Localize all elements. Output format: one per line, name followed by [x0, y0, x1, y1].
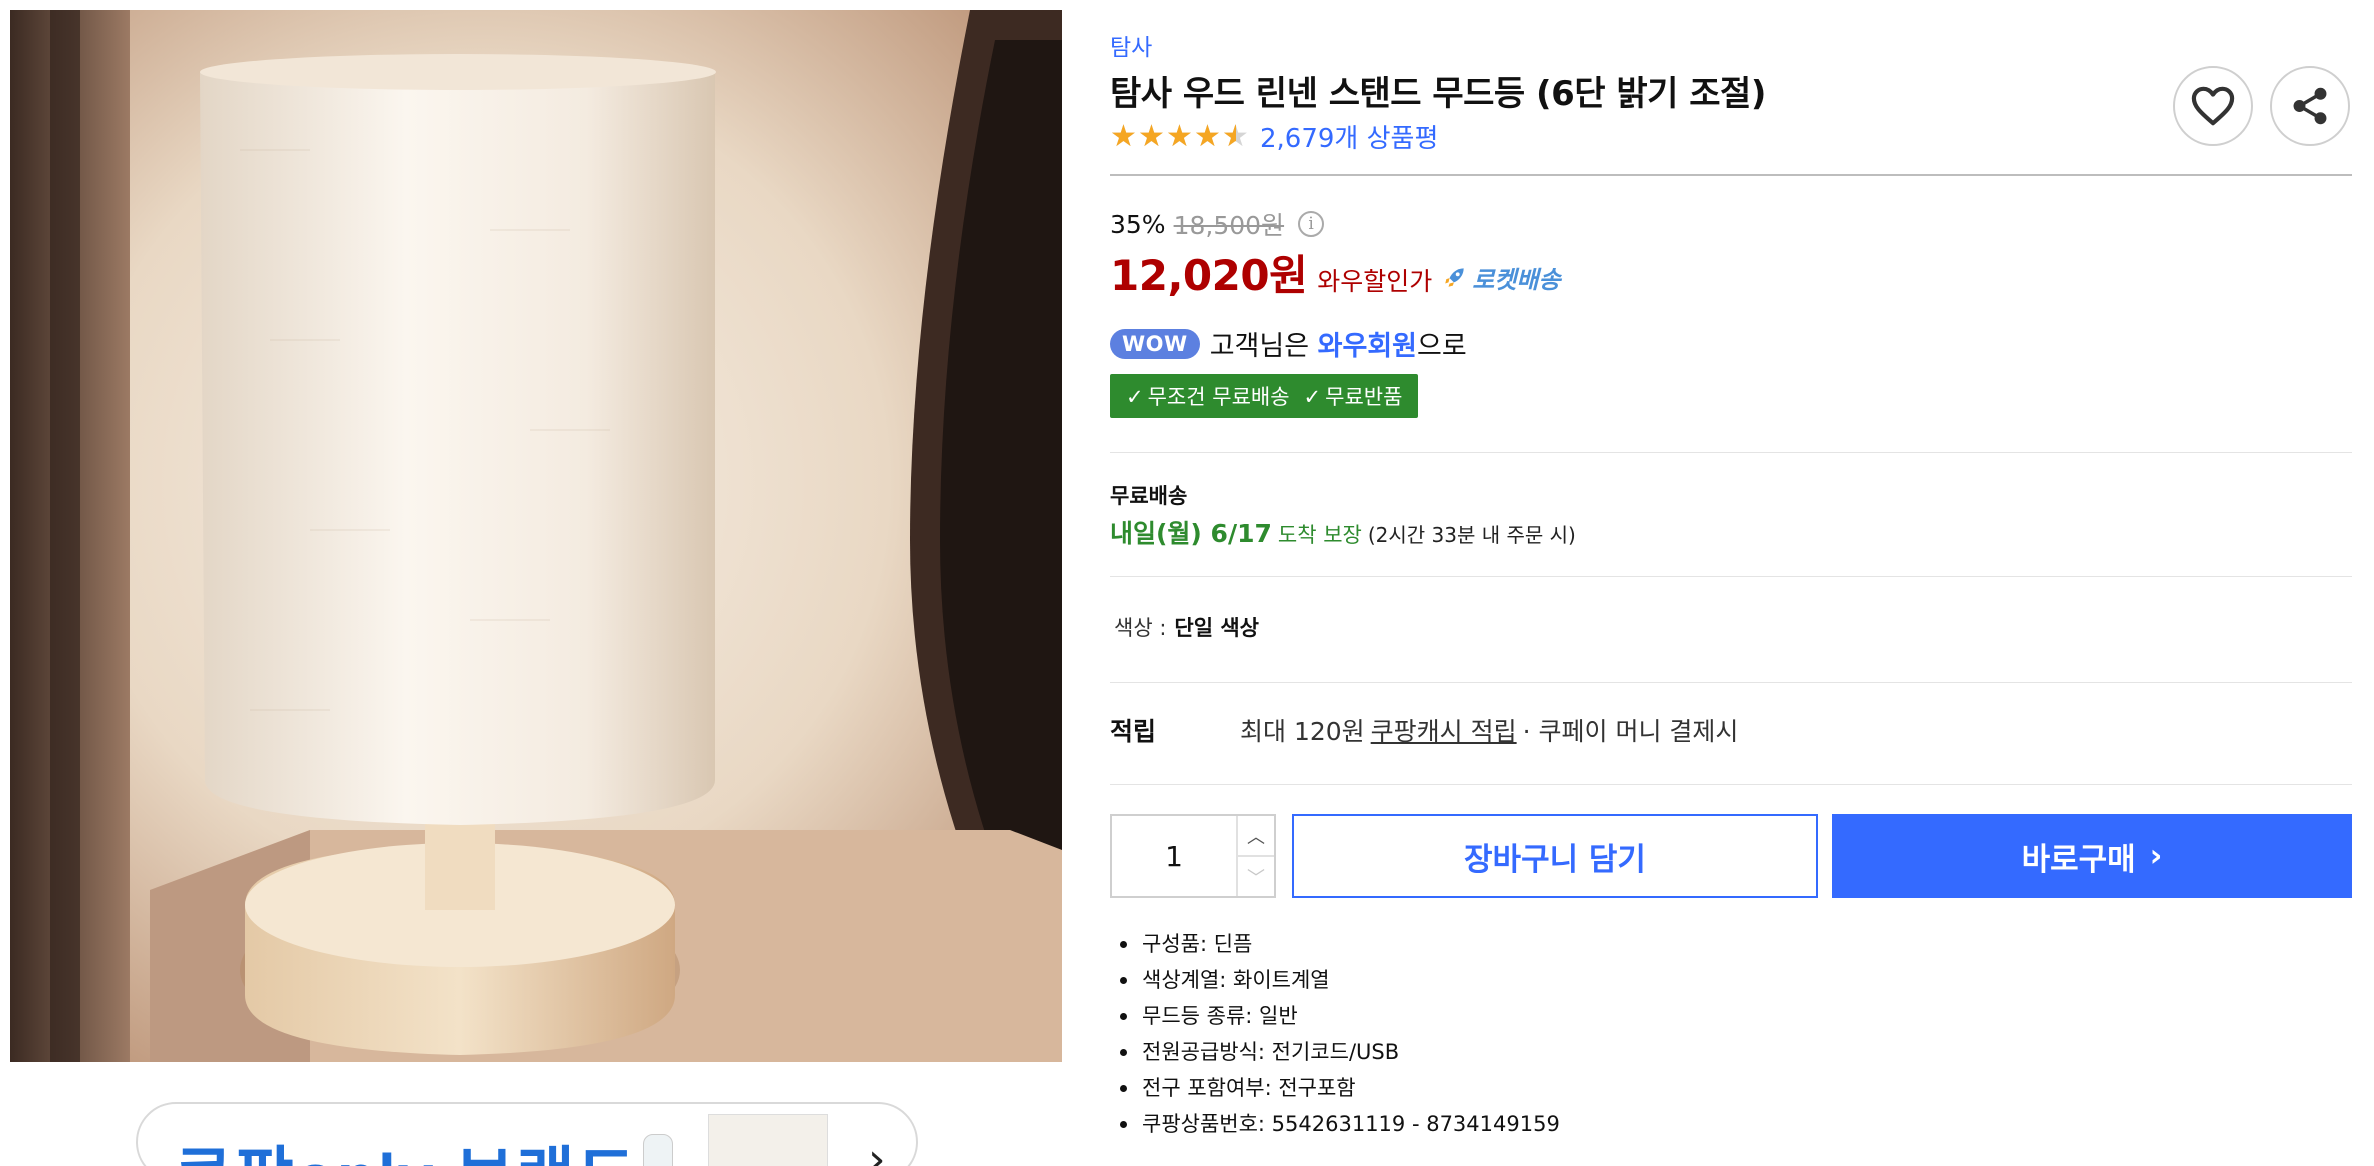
free-shipping-label: 무조건 무료배송 — [1147, 385, 1290, 409]
arrival-guarantee: 도착 보장 — [1277, 523, 1362, 547]
star-icon: ★ ★ — [1138, 118, 1165, 154]
color-value: 단일 색상 — [1174, 616, 1259, 640]
banner-thumbnail — [708, 1114, 828, 1166]
buy-now-label: 바로구매 — [2021, 841, 2136, 878]
points-suffix: · 쿠페이 머니 결제시 — [1522, 717, 1739, 746]
chevron-right-icon: › — [868, 1134, 886, 1166]
quantity-input[interactable] — [1112, 816, 1236, 896]
discount-row: 35% 18,500원 i — [1110, 206, 1325, 242]
free-shipping-item: ✓ 무조건 무료배송 — [1126, 381, 1290, 411]
promo-banner[interactable]: 쿠팡only 브랜드 › — [136, 1102, 918, 1166]
sale-price-label: 와우할인가 — [1317, 267, 1433, 296]
spec-item: 색상계열: 화이트계열 — [1120, 962, 1560, 998]
discount-rate: 35% — [1110, 209, 1166, 239]
color-label: 색상 : — [1114, 616, 1167, 640]
wow-prefix: 고객님은 와우회원으로 — [1210, 324, 1467, 363]
heart-icon — [2191, 86, 2235, 126]
star-rating: ★ ★ ★ ★ ★ ★ ★ ★ ★ ★ — [1110, 118, 1250, 154]
quantity-stepper: ︿ ﹀ — [1110, 814, 1276, 898]
product-image[interactable] — [10, 10, 1062, 1062]
spec-list: 구성품: 딘픔 색상계열: 화이트계열 무드등 종류: 일반 전원공급방식: 전… — [1120, 926, 1560, 1142]
price-row: 12,020원 와우할인가 로켓배송 — [1110, 242, 1561, 303]
check-icon: ✓ — [1303, 385, 1322, 409]
star-icon: ★ ★ — [1110, 118, 1137, 154]
chevron-right-icon: › — [2149, 838, 2163, 874]
divider — [1110, 452, 2352, 453]
star-fill: ★ — [1166, 119, 1193, 154]
free-benefits-box: ✓ 무조건 무료배송 ✓ 무료반품 — [1110, 374, 1419, 418]
star-icon: ★ ★ — [1194, 118, 1221, 154]
chevron-down-icon[interactable]: ﹀ — [1238, 855, 1274, 896]
share-button[interactable] — [2270, 66, 2350, 146]
banner-product-icon — [643, 1134, 673, 1166]
spec-item: 전구 포함여부: 전구포함 — [1120, 1070, 1560, 1106]
arrival-date: 내일(월) 6/17 — [1110, 519, 1272, 548]
free-return-label: 무료반품 — [1325, 385, 1403, 409]
check-icon: ✓ — [1126, 385, 1144, 409]
points-label: 적립 — [1110, 717, 1157, 746]
brand-link[interactable]: 탐사 — [1110, 28, 1152, 62]
wow-badge: WOW — [1110, 328, 1200, 359]
star-fill: ★ — [1110, 119, 1137, 154]
add-to-cart-button[interactable]: 장바구니 담기 — [1292, 814, 1818, 898]
rocket-label: 로켓배송 — [1472, 265, 1561, 294]
wishlist-button[interactable] — [2173, 66, 2253, 146]
product-info: 탐사 탐사 우드 린넨 스탠드 무드등 (6단 밝기 조절) ★ ★ ★ ★ ★ ★ ★ ★ ★… — [1110, 0, 2352, 1166]
wow-prefix-text: 고객님은 — [1209, 331, 1310, 362]
color-option[interactable]: 색상 : 단일 색상 — [1114, 612, 1259, 642]
points-row: 적립 최대 120원 쿠팡캐시 적립 · 쿠페이 머니 결제시 — [1110, 712, 1738, 748]
review-count-link[interactable]: 2,679개 상품평 — [1260, 118, 1438, 155]
wow-member-link[interactable]: 와우회원 — [1318, 331, 1417, 362]
buy-now-button[interactable]: 바로구매 › — [1832, 814, 2352, 898]
coupang-cash-link[interactable]: 쿠팡캐시 적립 — [1371, 712, 1517, 748]
spec-item: 쿠팡상품번호: 5542631119 - 8734149159 — [1120, 1106, 1560, 1142]
divider — [1110, 784, 2352, 785]
free-return-item: ✓ 무료반품 — [1304, 381, 1403, 411]
points-prefix: 최대 120원 — [1240, 717, 1365, 746]
shipping-row: 내일(월) 6/17 도착 보장 (2시간 33분 내 주문 시) — [1110, 514, 1576, 550]
divider — [1110, 576, 2352, 577]
arrival-condition: (2시간 33분 내 주문 시) — [1367, 523, 1576, 547]
banner-text: 쿠팡only 브랜드 — [174, 1126, 638, 1166]
quantity-steppers: ︿ ﹀ — [1236, 816, 1274, 896]
star-fill: ★ — [1138, 119, 1165, 154]
rocket-icon — [1445, 268, 1464, 287]
spec-item: 무드등 종류: 일반 — [1120, 998, 1560, 1034]
rocket-delivery-badge: 로켓배송 — [1442, 260, 1561, 295]
wow-row: WOW 고객님은 와우회원으로 — [1110, 324, 1467, 363]
spec-item: 구성품: 딘픔 — [1120, 926, 1560, 962]
star-icon: ★ ★ — [1166, 118, 1193, 154]
info-icon[interactable]: i — [1298, 211, 1325, 237]
product-title: 탐사 우드 린넨 스탠드 무드등 (6단 밝기 조절) — [1110, 74, 1766, 114]
rating[interactable]: ★ ★ ★ ★ ★ ★ ★ ★ ★ ★ 2,679개 상품평 — [1110, 118, 1438, 155]
star-icon: ★ ★ — [1222, 118, 1249, 154]
divider — [1110, 682, 2352, 683]
star-fill: ★ — [1194, 119, 1221, 154]
chevron-up-icon[interactable]: ︿ — [1238, 816, 1274, 855]
original-price: 18,500원 — [1173, 211, 1285, 240]
share-icon — [2293, 87, 2327, 125]
spec-item: 전원공급방식: 전기코드/USB — [1120, 1034, 1560, 1070]
sale-price: 12,020원 — [1110, 251, 1308, 300]
divider — [1110, 174, 2352, 176]
wow-suffix: 으로 — [1417, 331, 1467, 362]
shipping-title: 무료배송 — [1110, 484, 1188, 508]
star-fill: ★ — [1222, 119, 1236, 154]
